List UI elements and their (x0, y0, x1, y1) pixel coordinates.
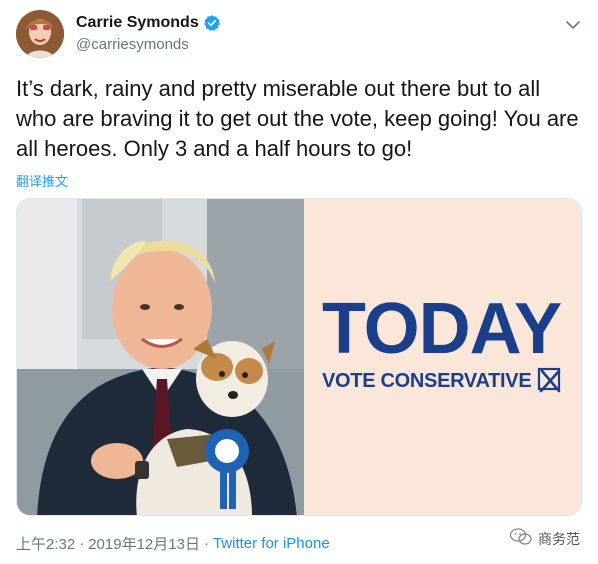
tweet-header: Carrie Symonds @carriesymonds (16, 10, 582, 62)
chevron-down-icon[interactable] (564, 16, 582, 34)
poster-subline-row: VOTE CONSERVATIVE (322, 365, 563, 398)
tweet-time[interactable]: 上午2:32 (16, 533, 75, 554)
photo-man-with-dog (17, 199, 304, 515)
watermark: 商务范 (509, 528, 580, 549)
verified-badge-icon (203, 14, 221, 32)
watermark-label: 商务范 (538, 530, 580, 547)
meta-separator: · (79, 535, 85, 552)
tweet-date[interactable]: 2019年12月13日 (88, 533, 200, 554)
poster-subline: VOTE CONSERVATIVE (322, 370, 532, 392)
poster-headline: TODAY (322, 289, 562, 369)
tweet-source-link[interactable]: Twitter for iPhone (213, 535, 330, 552)
vote-poster: TODAY VOTE CONSERVATIVE (304, 199, 581, 515)
name-row: Carrie Symonds (76, 14, 221, 32)
tweet-text: It’s dark, rainy and pretty miserable ou… (16, 76, 585, 161)
user-handle[interactable]: @carriesymonds (76, 36, 189, 53)
tweet-card: Carrie Symonds @carriesymonds It’s dark,… (0, 0, 598, 564)
avatar[interactable] (16, 10, 64, 58)
tweet-media[interactable]: TODAY VOTE CONSERVATIVE (16, 198, 582, 516)
display-name[interactable]: Carrie Symonds (76, 14, 199, 32)
wechat-icon (509, 528, 532, 549)
translate-tweet-link[interactable]: 翻译推文 (16, 171, 68, 190)
meta-separator: · (203, 535, 209, 552)
ballot-checkbox-icon (537, 365, 563, 398)
tweet-meta: 上午2:32 · 2019年12月13日 · Twitter for iPhon… (16, 533, 330, 554)
